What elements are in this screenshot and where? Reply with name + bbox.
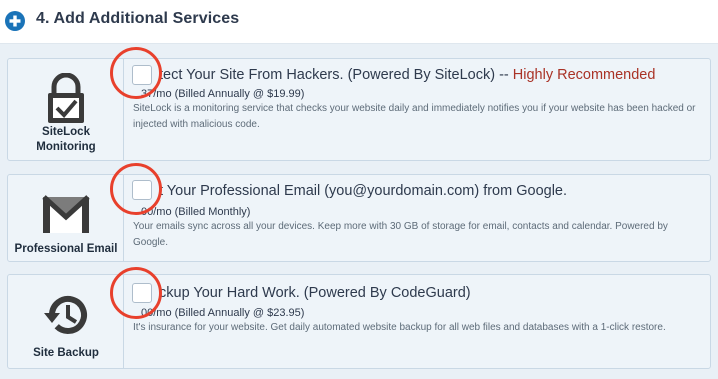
service-card-backup: Site Backup ckup Your Hard Work. (Powere… [7, 274, 711, 369]
service-card-email: Professional Email t Your Professional E… [7, 174, 711, 262]
highly-recommended-label: Highly Recommended [512, 67, 656, 83]
plus-circle-icon[interactable] [5, 11, 25, 31]
service-title: ckup Your Hard Work. (Powered By CodeGua… [159, 285, 471, 301]
lock-check-icon [48, 73, 84, 123]
service-price: 37/mo (Billed Annually @ $19.99) [141, 88, 305, 100]
section-header: 4. Add Additional Services [0, 0, 718, 44]
service-label: SiteLock [42, 126, 90, 138]
backup-checkbox[interactable] [132, 283, 152, 303]
service-title: t Your Professional Email (you@yourdomai… [159, 183, 568, 199]
sitelock-checkbox[interactable] [132, 65, 152, 85]
gmail-envelope-icon [42, 195, 90, 233]
email-checkbox[interactable] [132, 180, 152, 200]
backup-history-icon [44, 296, 87, 334]
service-label: Monitoring [36, 141, 96, 153]
service-label: Professional Email [14, 243, 118, 255]
service-card-left: Professional Email [8, 175, 124, 261]
service-description: SiteLock is a monitoring service that ch… [133, 103, 696, 130]
service-description: Your emails sync across all your devices… [133, 221, 668, 248]
section-title: 4. Add Additional Services [36, 10, 240, 27]
service-title: tect Your Site From Hackers. (Powered By… [159, 67, 656, 83]
service-card-left: Site Backup [8, 275, 124, 368]
service-description: It's insurance for your website. Get dai… [133, 322, 666, 333]
service-label: Site Backup [33, 347, 99, 359]
service-card-left: SiteLock Monitoring [8, 59, 124, 160]
service-price: 00/mo (Billed Monthly) [141, 206, 251, 218]
service-price: 00/mo (Billed Annually @ $23.95) [141, 307, 305, 319]
service-card-sitelock: SiteLock Monitoring tect Your Site From … [7, 58, 711, 161]
